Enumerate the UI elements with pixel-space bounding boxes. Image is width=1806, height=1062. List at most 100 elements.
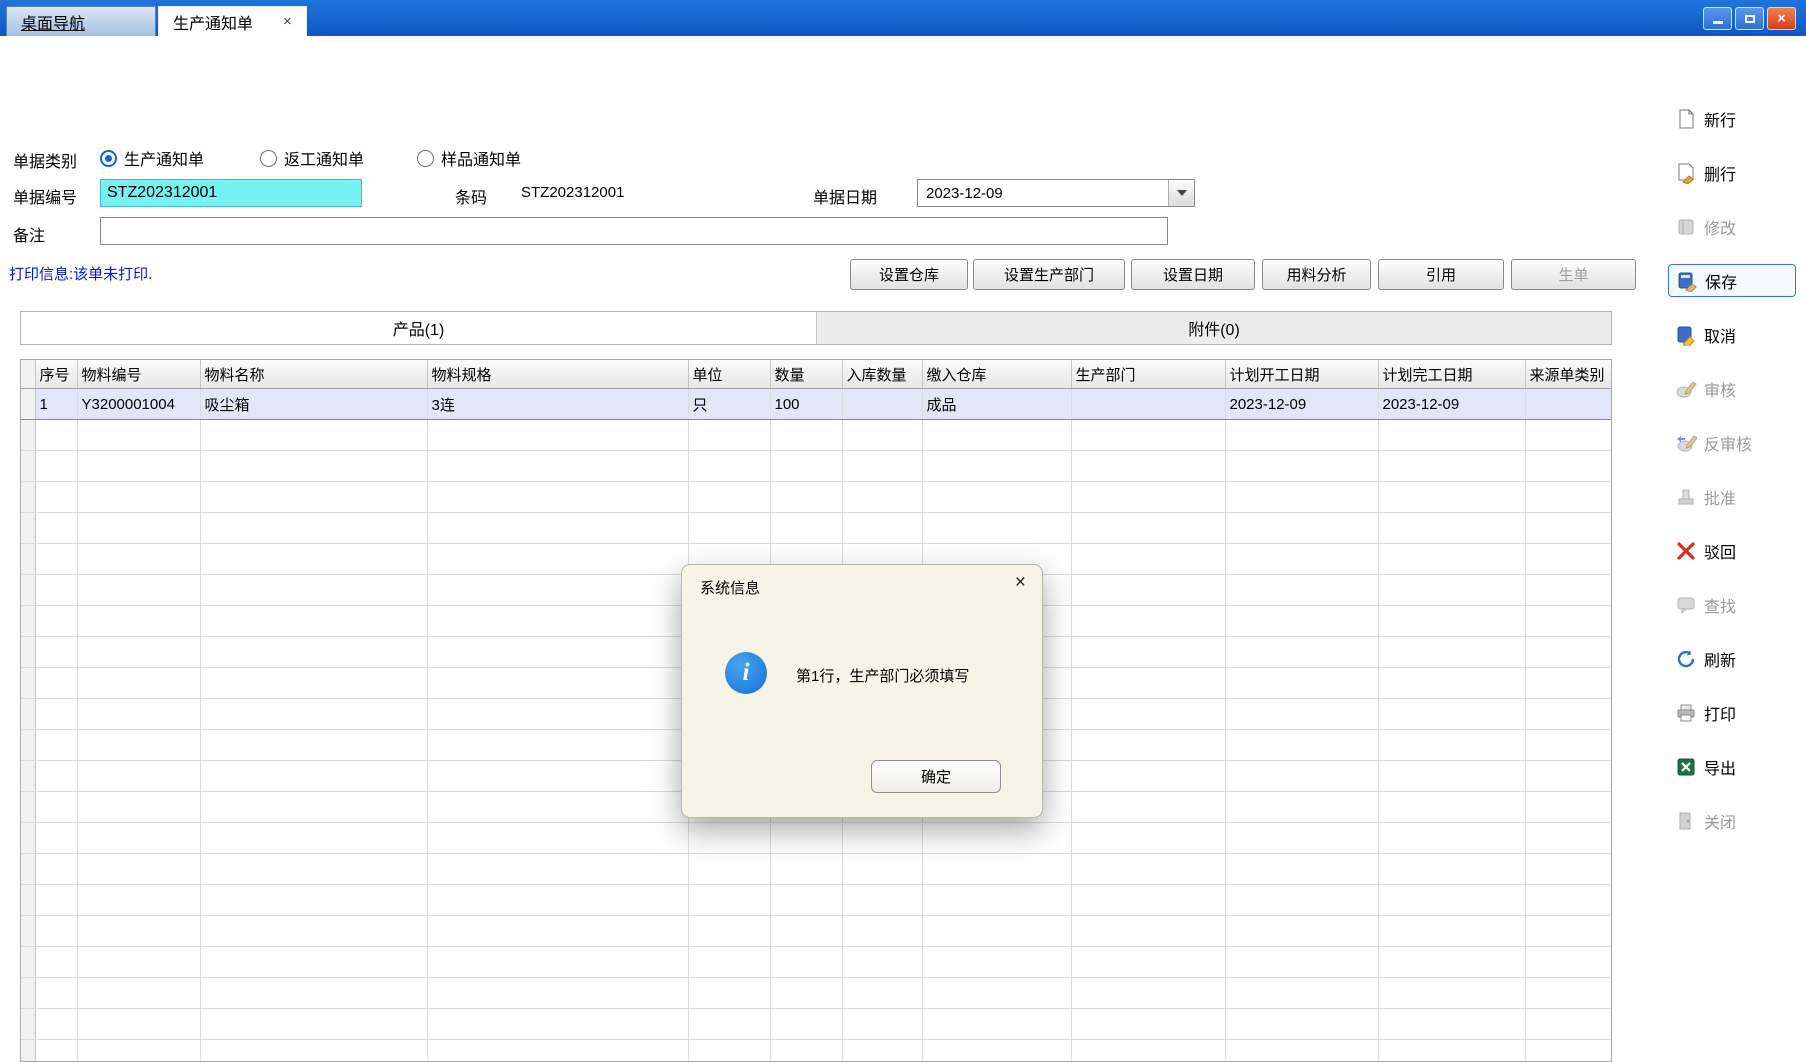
grid-cell[interactable] bbox=[770, 451, 842, 482]
grid-cell[interactable] bbox=[842, 420, 922, 451]
empty-row[interactable] bbox=[21, 978, 1611, 1009]
empty-row[interactable] bbox=[21, 854, 1611, 885]
material-analysis-button[interactable]: 用料分析 bbox=[1262, 259, 1371, 290]
grid-cell[interactable] bbox=[21, 544, 35, 575]
grid-cell[interactable] bbox=[1525, 823, 1611, 854]
grid-cell[interactable] bbox=[427, 699, 688, 730]
grid-cell[interactable] bbox=[427, 978, 688, 1009]
sidebar-button-cancel[interactable]: 取消 bbox=[1668, 318, 1796, 351]
grid-cell[interactable] bbox=[77, 978, 200, 1009]
grid-cell[interactable] bbox=[77, 1040, 200, 1062]
grid-cell[interactable] bbox=[35, 606, 77, 637]
grid-cell[interactable] bbox=[1071, 792, 1225, 823]
grid-cell[interactable] bbox=[1225, 1040, 1378, 1062]
grid-cell[interactable] bbox=[35, 978, 77, 1009]
grid-cell[interactable] bbox=[1378, 451, 1525, 482]
generate-doc-button[interactable]: 生单 bbox=[1511, 259, 1636, 290]
grid-cell[interactable] bbox=[77, 792, 200, 823]
grid-cell[interactable] bbox=[1525, 482, 1611, 513]
tab-close-icon[interactable]: × bbox=[283, 14, 292, 29]
grid-cell[interactable] bbox=[1225, 854, 1378, 885]
grid-cell[interactable] bbox=[200, 854, 427, 885]
grid-cell[interactable] bbox=[427, 575, 688, 606]
grid-cell[interactable] bbox=[1071, 1009, 1225, 1040]
grid-cell[interactable] bbox=[35, 761, 77, 792]
grid-cell[interactable] bbox=[77, 668, 200, 699]
grid-cell[interactable] bbox=[1525, 513, 1611, 544]
grid-cell[interactable] bbox=[1071, 606, 1225, 637]
grid-cell[interactable] bbox=[1378, 513, 1525, 544]
grid-cell[interactable] bbox=[35, 823, 77, 854]
grid-cell[interactable] bbox=[427, 482, 688, 513]
grid-cell[interactable]: 1 bbox=[35, 389, 77, 420]
grid-cell[interactable] bbox=[842, 482, 922, 513]
grid-cell[interactable] bbox=[77, 420, 200, 451]
grid-cell[interactable] bbox=[770, 420, 842, 451]
tab-production-notice[interactable]: 生产通知单 × bbox=[158, 6, 307, 36]
grid-cell[interactable] bbox=[21, 482, 35, 513]
empty-row[interactable] bbox=[21, 513, 1611, 544]
grid-cell[interactable] bbox=[35, 637, 77, 668]
grid-cell[interactable] bbox=[35, 947, 77, 978]
remark-input[interactable] bbox=[100, 217, 1168, 245]
grid-cell[interactable] bbox=[1225, 606, 1378, 637]
grid-cell[interactable] bbox=[77, 637, 200, 668]
grid-cell[interactable] bbox=[1378, 637, 1525, 668]
grid-cell[interactable] bbox=[1525, 389, 1611, 420]
grid-cell[interactable] bbox=[1225, 761, 1378, 792]
set-warehouse-button[interactable]: 设置仓库 bbox=[850, 259, 968, 290]
grid-cell[interactable] bbox=[688, 916, 770, 947]
grid-cell[interactable] bbox=[77, 947, 200, 978]
grid-cell[interactable] bbox=[35, 730, 77, 761]
close-window-button[interactable]: × bbox=[1767, 7, 1796, 30]
grid-cell[interactable] bbox=[1525, 1009, 1611, 1040]
grid-cell[interactable] bbox=[427, 854, 688, 885]
reference-button[interactable]: 引用 bbox=[1378, 259, 1504, 290]
empty-row[interactable] bbox=[21, 885, 1611, 916]
grid-cell[interactable] bbox=[1378, 761, 1525, 792]
grid-cell[interactable]: Y3200001004 bbox=[77, 389, 200, 420]
grid-cell[interactable] bbox=[688, 885, 770, 916]
dialog-close-icon[interactable]: × bbox=[1015, 573, 1026, 592]
grid-cell[interactable] bbox=[770, 823, 842, 854]
grid-cell[interactable] bbox=[1225, 730, 1378, 761]
grid-cell[interactable] bbox=[35, 1040, 77, 1062]
grid-cell[interactable] bbox=[1225, 792, 1378, 823]
grid-cell[interactable] bbox=[77, 606, 200, 637]
grid-cell[interactable] bbox=[1525, 420, 1611, 451]
grid-cell[interactable] bbox=[427, 420, 688, 451]
grid-cell[interactable] bbox=[35, 420, 77, 451]
sidebar-button-modify[interactable]: 修改 bbox=[1668, 210, 1796, 243]
grid-cell[interactable] bbox=[1225, 1009, 1378, 1040]
grid-cell[interactable] bbox=[1378, 606, 1525, 637]
doc-no-input[interactable] bbox=[100, 179, 362, 207]
col-header-material-spec[interactable]: 物料规格 bbox=[427, 360, 688, 389]
grid-cell[interactable] bbox=[1378, 854, 1525, 885]
grid-cell[interactable] bbox=[21, 606, 35, 637]
grid-cell[interactable]: 3连 bbox=[427, 389, 688, 420]
grid-cell[interactable] bbox=[1071, 699, 1225, 730]
grid-cell[interactable] bbox=[842, 1009, 922, 1040]
grid-cell[interactable] bbox=[77, 730, 200, 761]
grid-cell[interactable] bbox=[922, 885, 1071, 916]
grid-cell[interactable] bbox=[35, 916, 77, 947]
col-header-source-doc-type[interactable]: 来源单类别 bbox=[1525, 360, 1611, 389]
grid-cell[interactable] bbox=[77, 513, 200, 544]
grid-cell[interactable] bbox=[200, 699, 427, 730]
grid-cell[interactable]: 成品 bbox=[922, 389, 1071, 420]
sidebar-button-print[interactable]: 打印 bbox=[1668, 696, 1796, 729]
grid-cell[interactable] bbox=[200, 668, 427, 699]
grid-cell[interactable] bbox=[21, 513, 35, 544]
col-header-unit[interactable]: 单位 bbox=[688, 360, 770, 389]
grid-cell[interactable] bbox=[1225, 823, 1378, 854]
grid-cell[interactable] bbox=[1071, 513, 1225, 544]
grid-cell[interactable] bbox=[77, 699, 200, 730]
grid-cell[interactable] bbox=[77, 885, 200, 916]
sidebar-button-new-row[interactable]: 新行 bbox=[1668, 102, 1796, 135]
grid-cell[interactable] bbox=[427, 513, 688, 544]
grid-cell[interactable] bbox=[1071, 978, 1225, 1009]
grid-cell[interactable] bbox=[200, 513, 427, 544]
grid-cell[interactable] bbox=[688, 1040, 770, 1062]
col-header-material-code[interactable]: 物料编号 bbox=[77, 360, 200, 389]
grid-cell[interactable] bbox=[1071, 947, 1225, 978]
